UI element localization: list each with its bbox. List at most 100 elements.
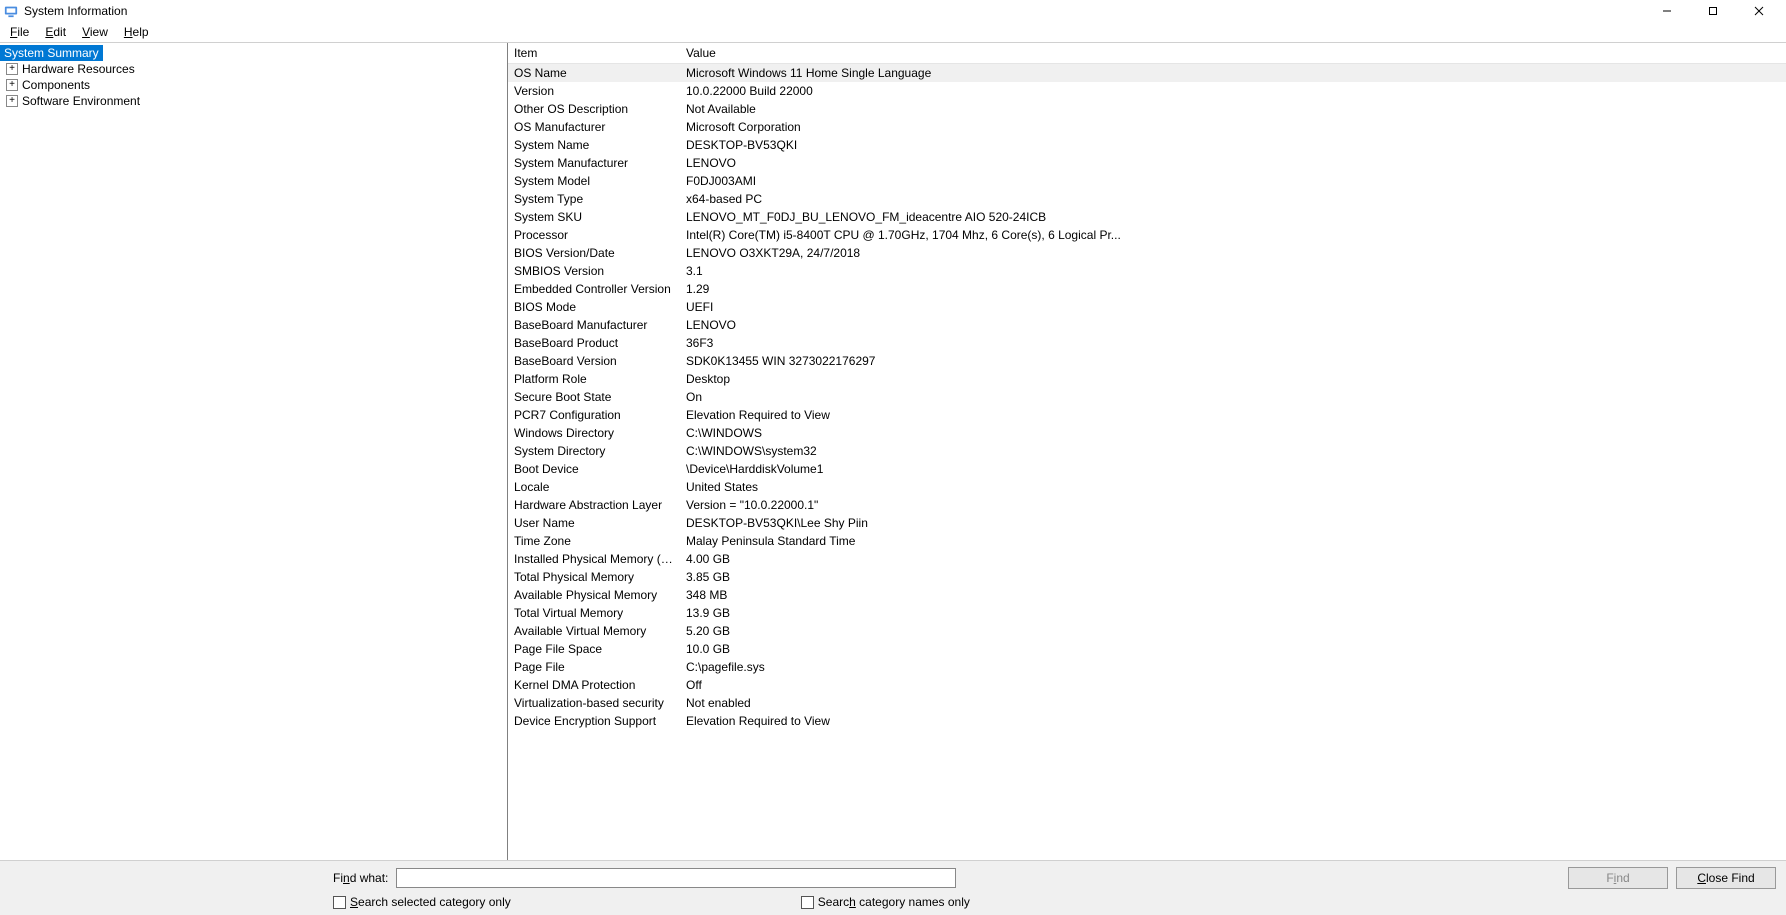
column-header-item[interactable]: Item <box>508 43 680 63</box>
table-row[interactable]: BaseBoard Product36F3 <box>508 334 1786 352</box>
cell-value: Elevation Required to View <box>680 712 1786 730</box>
cell-value: F0DJ003AMI <box>680 172 1786 190</box>
tree-item-label: Hardware Resources <box>22 62 135 76</box>
table-row[interactable]: PCR7 ConfigurationElevation Required to … <box>508 406 1786 424</box>
cell-item: OS Name <box>508 64 680 82</box>
cell-item: Available Virtual Memory <box>508 622 680 640</box>
cell-item: User Name <box>508 514 680 532</box>
table-row[interactable]: System ManufacturerLENOVO <box>508 154 1786 172</box>
table-row[interactable]: Secure Boot StateOn <box>508 388 1786 406</box>
cell-item: BaseBoard Version <box>508 352 680 370</box>
cell-item: Hardware Abstraction Layer <box>508 496 680 514</box>
find-bar: Find what: Find Close Find Search select… <box>0 860 1786 915</box>
checkbox-search-names[interactable]: Search category names only <box>801 895 970 909</box>
cell-value: Off <box>680 676 1786 694</box>
find-input[interactable] <box>396 868 956 888</box>
table-row[interactable]: Available Virtual Memory5.20 GB <box>508 622 1786 640</box>
find-button[interactable]: Find <box>1568 867 1668 889</box>
cell-item: Boot Device <box>508 460 680 478</box>
cell-item: Page File Space <box>508 640 680 658</box>
table-row[interactable]: Page FileC:\pagefile.sys <box>508 658 1786 676</box>
table-row[interactable]: System ModelF0DJ003AMI <box>508 172 1786 190</box>
table-row[interactable]: LocaleUnited States <box>508 478 1786 496</box>
table-row[interactable]: BIOS Version/DateLENOVO O3XKT29A, 24/7/2… <box>508 244 1786 262</box>
tree-item-software-environment[interactable]: + Software Environment <box>0 93 507 109</box>
table-row[interactable]: System Typex64-based PC <box>508 190 1786 208</box>
cell-value: 10.0 GB <box>680 640 1786 658</box>
cell-value: 1.29 <box>680 280 1786 298</box>
table-row[interactable]: Installed Physical Memory (RAM)4.00 GB <box>508 550 1786 568</box>
tree-item-hardware-resources[interactable]: + Hardware Resources <box>0 61 507 77</box>
cell-value: Elevation Required to View <box>680 406 1786 424</box>
cell-item: Time Zone <box>508 532 680 550</box>
table-row[interactable]: Virtualization-based securityNot enabled <box>508 694 1786 712</box>
table-row[interactable]: Windows DirectoryC:\WINDOWS <box>508 424 1786 442</box>
table-row[interactable]: Hardware Abstraction LayerVersion = "10.… <box>508 496 1786 514</box>
cell-item: Windows Directory <box>508 424 680 442</box>
table-row[interactable]: Total Virtual Memory13.9 GB <box>508 604 1786 622</box>
table-row[interactable]: Platform RoleDesktop <box>508 370 1786 388</box>
tree-root-system-summary[interactable]: System Summary <box>0 45 103 61</box>
table-row[interactable]: Embedded Controller Version1.29 <box>508 280 1786 298</box>
table-row[interactable]: Available Physical Memory348 MB <box>508 586 1786 604</box>
table-row[interactable]: Device Encryption SupportElevation Requi… <box>508 712 1786 730</box>
menu-edit[interactable]: Edit <box>37 23 74 41</box>
expand-icon[interactable]: + <box>6 63 18 75</box>
table-row[interactable]: Page File Space10.0 GB <box>508 640 1786 658</box>
cell-value: UEFI <box>680 298 1786 316</box>
tree-pane: System Summary + Hardware Resources + Co… <box>0 43 508 860</box>
cell-item: Version <box>508 82 680 100</box>
close-find-button[interactable]: Close Find <box>1676 867 1776 889</box>
table-row[interactable]: System SKULENOVO_MT_F0DJ_BU_LENOVO_FM_id… <box>508 208 1786 226</box>
table-row[interactable]: System NameDESKTOP-BV53QKI <box>508 136 1786 154</box>
table-row[interactable]: BaseBoard ManufacturerLENOVO <box>508 316 1786 334</box>
column-header-value[interactable]: Value <box>680 43 1786 63</box>
app-icon <box>4 4 18 18</box>
cell-item: System Model <box>508 172 680 190</box>
table-row[interactable]: System DirectoryC:\WINDOWS\system32 <box>508 442 1786 460</box>
table-row[interactable]: BaseBoard VersionSDK0K13455 WIN 32730221… <box>508 352 1786 370</box>
menu-view[interactable]: View <box>74 23 116 41</box>
table-row[interactable]: BIOS ModeUEFI <box>508 298 1786 316</box>
cell-value: Microsoft Corporation <box>680 118 1786 136</box>
tree-item-components[interactable]: + Components <box>0 77 507 93</box>
table-row[interactable]: Boot Device\Device\HarddiskVolume1 <box>508 460 1786 478</box>
cell-item: System Type <box>508 190 680 208</box>
cell-item: OS Manufacturer <box>508 118 680 136</box>
cell-value: Not enabled <box>680 694 1786 712</box>
table-row[interactable]: Other OS DescriptionNot Available <box>508 100 1786 118</box>
cell-value: Intel(R) Core(TM) i5-8400T CPU @ 1.70GHz… <box>680 226 1786 244</box>
maximize-button[interactable] <box>1690 0 1736 22</box>
cell-value: DESKTOP-BV53QKI\Lee Shy Piin <box>680 514 1786 532</box>
menu-file[interactable]: File <box>2 23 37 41</box>
table-row[interactable]: User NameDESKTOP-BV53QKI\Lee Shy Piin <box>508 514 1786 532</box>
table-row[interactable]: OS NameMicrosoft Windows 11 Home Single … <box>508 64 1786 82</box>
table-row[interactable]: SMBIOS Version3.1 <box>508 262 1786 280</box>
table-row[interactable]: OS ManufacturerMicrosoft Corporation <box>508 118 1786 136</box>
find-label: Find what: <box>333 871 388 885</box>
cell-item: Installed Physical Memory (RAM) <box>508 550 680 568</box>
table-row[interactable]: Time ZoneMalay Peninsula Standard Time <box>508 532 1786 550</box>
close-button[interactable] <box>1736 0 1782 22</box>
table-row[interactable]: Version10.0.22000 Build 22000 <box>508 82 1786 100</box>
cell-item: Device Encryption Support <box>508 712 680 730</box>
cell-value: C:\pagefile.sys <box>680 658 1786 676</box>
cell-value: On <box>680 388 1786 406</box>
table-row[interactable]: ProcessorIntel(R) Core(TM) i5-8400T CPU … <box>508 226 1786 244</box>
table-row[interactable]: Total Physical Memory3.85 GB <box>508 568 1786 586</box>
checkbox-search-selected[interactable]: Search selected category only <box>333 895 511 909</box>
details-pane: Item Value OS NameMicrosoft Windows 11 H… <box>508 43 1786 860</box>
window-controls <box>1644 0 1782 22</box>
expand-icon[interactable]: + <box>6 95 18 107</box>
cell-value: 3.1 <box>680 262 1786 280</box>
cell-value: \Device\HarddiskVolume1 <box>680 460 1786 478</box>
expand-icon[interactable]: + <box>6 79 18 91</box>
cell-item: System Directory <box>508 442 680 460</box>
cell-item: Total Virtual Memory <box>508 604 680 622</box>
table-row[interactable]: Kernel DMA ProtectionOff <box>508 676 1786 694</box>
cell-item: BIOS Version/Date <box>508 244 680 262</box>
cell-value: 348 MB <box>680 586 1786 604</box>
menu-help[interactable]: Help <box>116 23 157 41</box>
cell-item: Platform Role <box>508 370 680 388</box>
minimize-button[interactable] <box>1644 0 1690 22</box>
